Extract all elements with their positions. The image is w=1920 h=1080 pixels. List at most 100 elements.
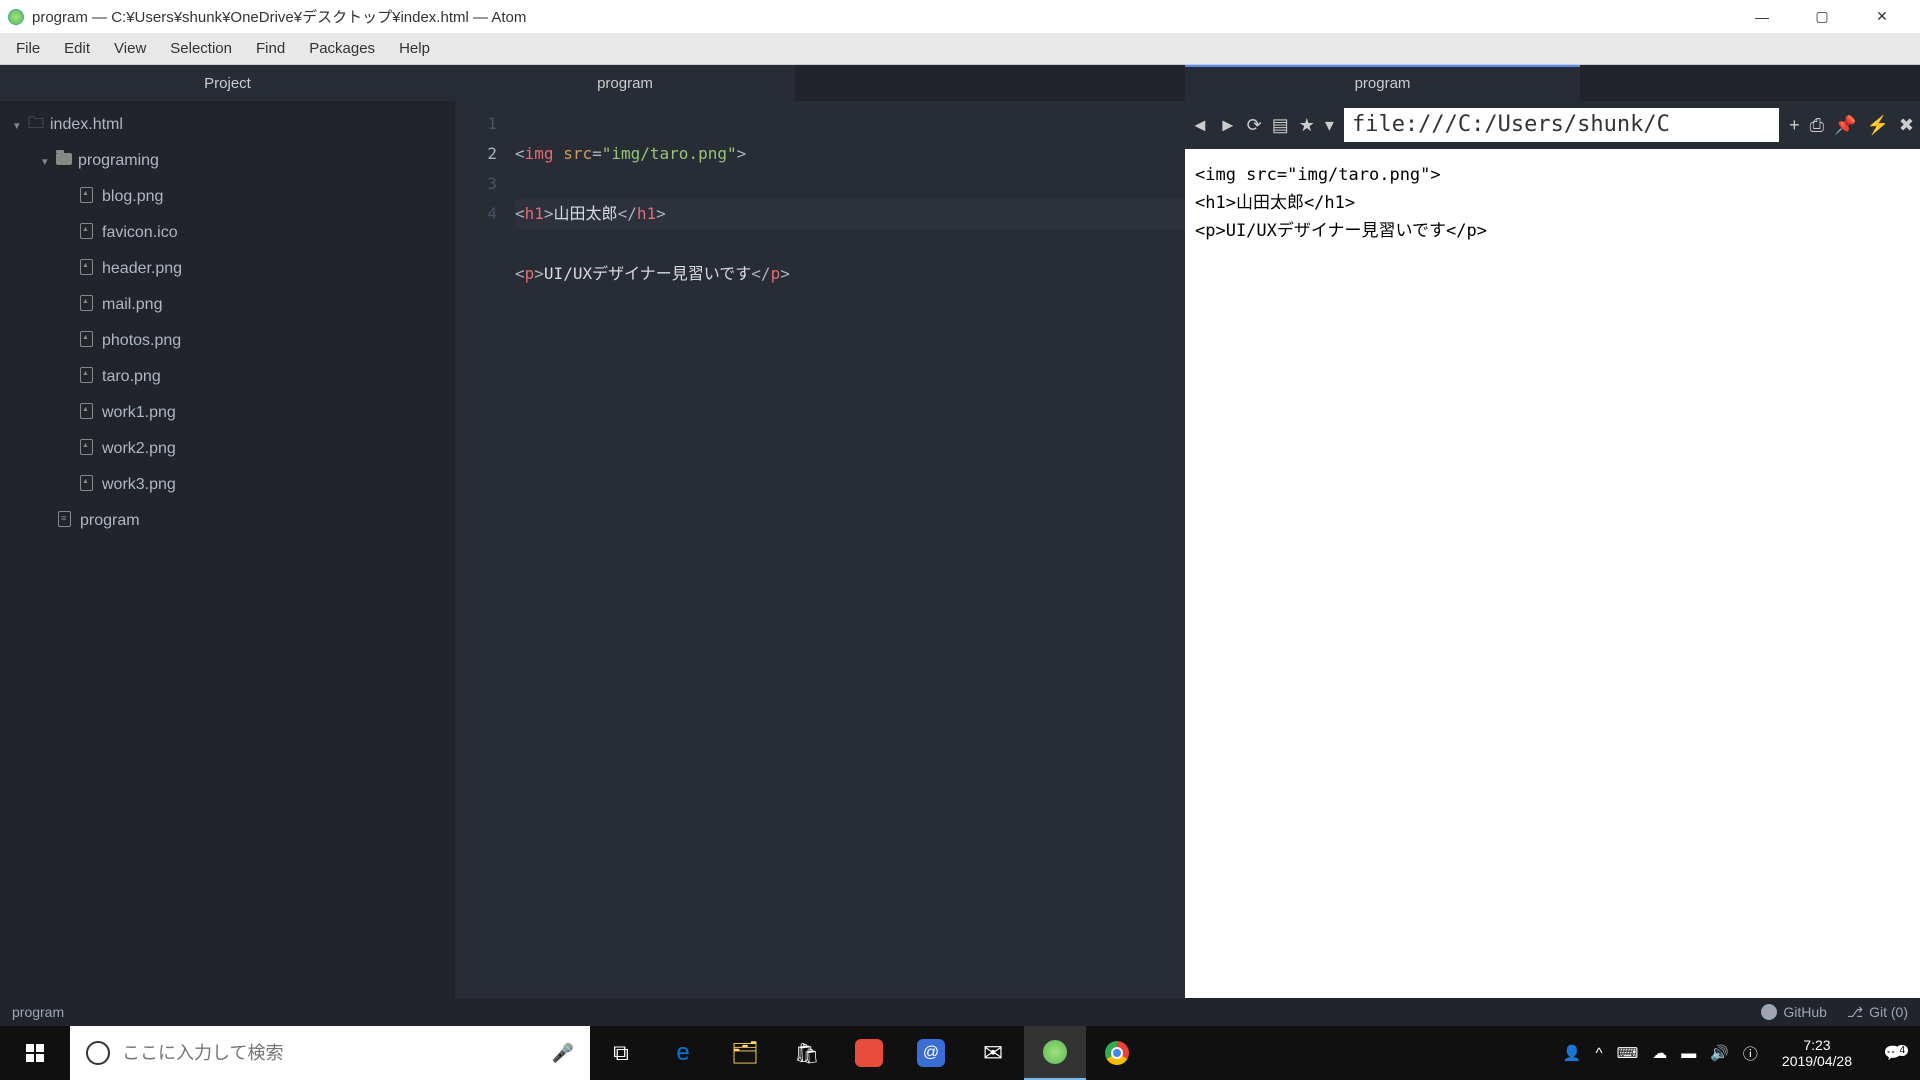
menu-edit[interactable]: Edit <box>52 36 102 61</box>
taskbar-apps: ⧉ e 🗂 🛍 @ ✉ <box>590 1026 1148 1080</box>
tree-folder[interactable]: ▾ programing <box>0 143 455 179</box>
line-number: 1 <box>455 109 497 139</box>
menu-file[interactable]: File <box>4 36 52 61</box>
explorer-icon[interactable]: 🗂 <box>714 1026 776 1080</box>
taskbar-search[interactable]: 🎤 <box>70 1026 590 1080</box>
code-body: <img src="img/taro.png"> <h1>山田太郎</h1> <… <box>515 101 1185 998</box>
tree-file[interactable]: blog.png <box>0 179 455 215</box>
code-line-3: <p>UI/UXデザイナー見習いです</p> <box>515 259 1185 289</box>
file-label: program <box>80 512 140 530</box>
tools-icon[interactable]: ✖ <box>1899 115 1914 136</box>
folder-icon <box>56 152 78 170</box>
project-sidebar: Project ▾ 🗀 index.html ▾ programing blog… <box>0 65 455 998</box>
menu-find[interactable]: Find <box>244 36 297 61</box>
image-file-icon <box>80 331 102 352</box>
file-label: work2.png <box>102 440 176 458</box>
store-icon[interactable]: 🛍 <box>776 1026 838 1080</box>
code-line-2: <h1>山田太郎</h1> <box>515 199 1185 229</box>
file-label: favicon.ico <box>102 224 178 242</box>
microphone-icon[interactable]: 🎤 <box>552 1043 574 1064</box>
file-label: taro.png <box>102 368 161 386</box>
image-file-icon <box>80 367 102 388</box>
start-button[interactable] <box>0 1044 70 1062</box>
tree-file[interactable]: favicon.ico <box>0 215 455 251</box>
image-file-icon <box>80 439 102 460</box>
menu-view[interactable]: View <box>102 36 158 61</box>
notification-icon[interactable]: 💬4 <box>1876 1044 1910 1062</box>
tree-root[interactable]: ▾ 🗀 index.html <box>0 107 455 143</box>
dropdown-icon[interactable]: ▾ <box>1325 115 1334 136</box>
notif-badge: 4 <box>1896 1045 1908 1056</box>
add-icon[interactable]: + <box>1789 115 1800 136</box>
task-view-icon[interactable]: ⧉ <box>590 1026 652 1080</box>
preview-body: <img src="img/taro.png"><h1>山田太郎</h1><p>… <box>1185 149 1920 998</box>
tab-label: program <box>1355 75 1411 92</box>
tray-battery-icon[interactable]: ▬ <box>1681 1045 1696 1062</box>
print-icon[interactable]: ⎙ <box>1810 115 1824 136</box>
document-icon <box>58 511 80 532</box>
reload-icon[interactable]: ⟳ <box>1247 115 1262 136</box>
windows-icon <box>26 1044 44 1062</box>
chevron-down-icon: ▾ <box>14 119 28 132</box>
chrome-icon[interactable] <box>1086 1026 1148 1080</box>
line-number: 2 <box>455 139 497 169</box>
preview-line: <h1>山田太郎</h1> <box>1195 189 1910 217</box>
window-titlebar: program — C:¥Users¥shunk¥OneDrive¥デスクトップ… <box>0 0 1920 33</box>
bookmark-icon[interactable]: ★ <box>1299 115 1315 136</box>
file-label: work1.png <box>102 404 176 422</box>
back-icon[interactable]: ◄ <box>1191 115 1209 136</box>
status-file: program <box>12 1004 64 1020</box>
tree-file[interactable]: mail.png <box>0 287 455 323</box>
people-icon[interactable]: 👤 <box>1563 1044 1582 1062</box>
tree-file[interactable]: taro.png <box>0 359 455 395</box>
maximize-button[interactable]: ▢ <box>1792 8 1852 25</box>
search-input[interactable] <box>122 1043 540 1064</box>
reader-icon[interactable]: ▤ <box>1272 115 1289 136</box>
tray-chevron-icon[interactable]: ^ <box>1596 1045 1603 1062</box>
code-line-1: <img src="img/taro.png"> <box>515 139 1185 169</box>
status-git[interactable]: Git (0) <box>1847 1004 1908 1021</box>
tree-file[interactable]: header.png <box>0 251 455 287</box>
file-label: header.png <box>102 260 182 278</box>
browser-preview: ◄ ► ⟳ ▤ ★ ▾ file:///C:/Users/shunk/C + ⎙… <box>1185 101 1920 998</box>
tree-file[interactable]: work1.png <box>0 395 455 431</box>
url-bar[interactable]: file:///C:/Users/shunk/C <box>1344 108 1779 142</box>
tab-empty <box>1580 65 1920 101</box>
code-editor[interactable]: 1 2 3 4 <img src="img/taro.png"> <h1>山田太… <box>455 101 1185 998</box>
tab-preview[interactable]: program <box>1185 65 1580 101</box>
tray-volume-icon[interactable]: 🔊 <box>1710 1044 1729 1062</box>
atom-icon[interactable] <box>1024 1026 1086 1080</box>
tray-onedrive-icon[interactable]: ☁ <box>1652 1044 1667 1062</box>
tab-program[interactable]: program <box>455 65 795 101</box>
menu-selection[interactable]: Selection <box>158 36 244 61</box>
status-bar: program GitHub Git (0) <box>0 998 1920 1026</box>
mail-icon[interactable]: ✉ <box>962 1026 1024 1080</box>
tray-ime-icon[interactable]: ⓘ <box>1743 1043 1758 1064</box>
pin-icon[interactable]: 📌 <box>1834 115 1856 136</box>
status-github[interactable]: GitHub <box>1761 1004 1827 1020</box>
git-branch-icon <box>1847 1004 1863 1021</box>
main-area: Project ▾ 🗀 index.html ▾ programing blog… <box>0 65 1920 998</box>
file-label: blog.png <box>102 188 163 206</box>
edge-icon[interactable]: e <box>652 1026 714 1080</box>
tab-label: program <box>597 75 653 92</box>
devtools-icon[interactable]: ⚡ <box>1866 115 1888 136</box>
minimize-button[interactable]: — <box>1732 9 1792 25</box>
tray-input-icon[interactable]: ⌨ <box>1617 1044 1639 1062</box>
taskbar-clock[interactable]: 7:23 2019/04/28 <box>1772 1037 1862 1069</box>
file-label: work3.png <box>102 476 176 494</box>
tree-file-program[interactable]: program <box>0 503 455 539</box>
preview-line: <p>UI/UXデザイナー見習いです</p> <box>1195 217 1910 245</box>
tree-file[interactable]: work3.png <box>0 467 455 503</box>
chevron-down-icon: ▾ <box>42 155 56 168</box>
tree-file[interactable]: work2.png <box>0 431 455 467</box>
tab-empty <box>795 65 1185 101</box>
tree-file[interactable]: photos.png <box>0 323 455 359</box>
tab-bar-left: program <box>455 65 1185 101</box>
forward-icon[interactable]: ► <box>1219 115 1237 136</box>
app-icon[interactable]: @ <box>900 1026 962 1080</box>
menu-packages[interactable]: Packages <box>297 36 387 61</box>
menu-help[interactable]: Help <box>387 36 442 61</box>
app-icon[interactable] <box>838 1026 900 1080</box>
close-button[interactable]: ✕ <box>1852 8 1912 25</box>
